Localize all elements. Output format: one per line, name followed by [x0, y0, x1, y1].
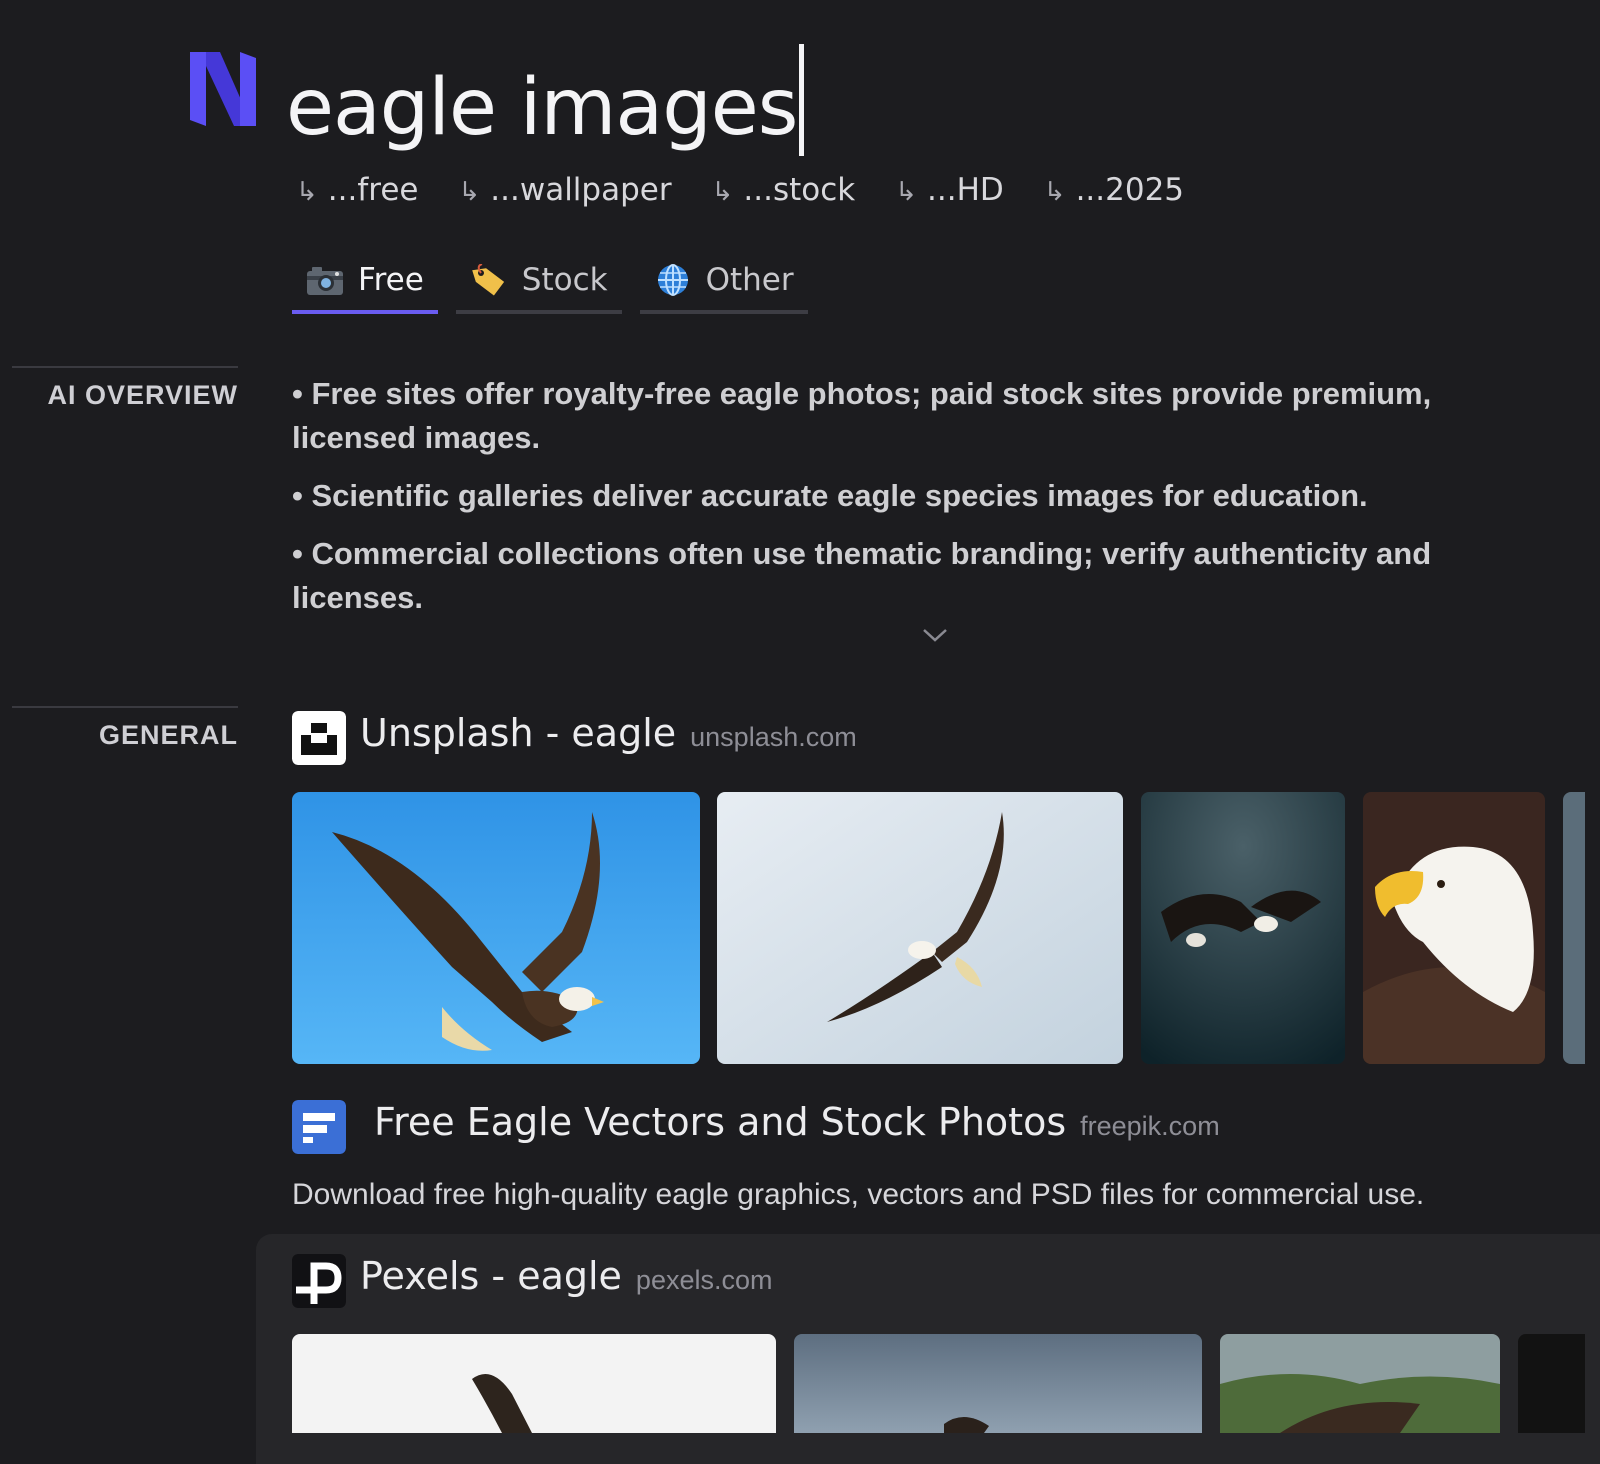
eagle-image	[1220, 1334, 1500, 1433]
image-thumbnail-partial[interactable]	[1518, 1334, 1585, 1433]
search-input[interactable]: eagle images	[286, 44, 805, 156]
overview-bullet: • Free sites offer royalty-free eagle ph…	[292, 376, 1432, 455]
image-thumbnail[interactable]	[1141, 792, 1345, 1064]
app-logo-icon	[190, 52, 256, 126]
result-unsplash: Unsplash - eagle unsplash.com	[292, 711, 857, 765]
eagle-image	[1141, 792, 1345, 1064]
image-thumbnail[interactable]	[292, 1334, 776, 1433]
return-arrow-icon: ↳	[1043, 177, 1066, 207]
suggestion-label: ...stock	[743, 172, 856, 208]
tab-other[interactable]: Other	[639, 262, 808, 314]
result-title[interactable]: Free Eagle Vectors and Stock Photos	[374, 1100, 1066, 1144]
image-thumbnail[interactable]	[1363, 792, 1545, 1064]
overview-bullet: • Scientific galleries deliver accurate …	[292, 478, 1368, 513]
suggestion-free[interactable]: ↳ ...free	[296, 172, 418, 208]
search-query-text: eagle images	[286, 63, 798, 153]
suggestion-label: ...2025	[1075, 172, 1185, 208]
ai-overview: • Free sites offer royalty-free eagle ph…	[292, 372, 1492, 634]
image-thumbnail[interactable]	[717, 792, 1123, 1064]
result-title[interactable]: Unsplash - eagle	[360, 711, 676, 755]
section-divider	[12, 706, 238, 708]
eagle-image	[1563, 792, 1585, 1064]
suggestion-label: ...HD	[927, 172, 1004, 208]
result-pexels: Pexels - eagle pexels.com	[292, 1254, 772, 1308]
tab-label: Other	[705, 262, 794, 298]
eagle-image	[794, 1334, 1202, 1433]
image-thumbnail[interactable]	[794, 1334, 1202, 1433]
result-description: Download free high-quality eagle graphic…	[292, 1178, 1425, 1211]
tab-label: Free	[358, 262, 424, 298]
tab-free[interactable]: Free	[292, 262, 438, 314]
query-suggestions: ↳ ...free ↳ ...wallpaper ↳ ...stock ↳ ...HD …	[296, 172, 1184, 208]
return-arrow-icon: ↳	[458, 177, 481, 207]
chevron-down-icon[interactable]	[922, 628, 948, 642]
freepik-logo-icon	[292, 1100, 346, 1154]
section-divider	[12, 366, 238, 368]
search-tabs: Free Stock Other	[292, 262, 808, 314]
result-domain: freepik.com	[1080, 1111, 1220, 1141]
eagle-image	[1518, 1334, 1585, 1433]
result-title[interactable]: Pexels - eagle	[360, 1254, 622, 1298]
return-arrow-icon: ↳	[296, 177, 318, 207]
result-domain: unsplash.com	[690, 722, 857, 752]
eagle-image	[1363, 792, 1545, 1064]
eagle-image	[717, 792, 1123, 1064]
suggestion-wallpaper[interactable]: ↳ ...wallpaper	[458, 172, 671, 208]
result-domain: pexels.com	[635, 1265, 773, 1295]
section-label-general: GENERAL	[98, 720, 238, 750]
suggestion-hd[interactable]: ↳ ...HD	[895, 172, 1004, 208]
eagle-image	[292, 792, 700, 1064]
suggestion-stock[interactable]: ↳ ...stock	[712, 172, 856, 208]
price-tag-icon	[471, 264, 504, 296]
globe-icon	[657, 264, 688, 296]
camera-icon	[307, 267, 343, 295]
tab-stock[interactable]: Stock	[455, 262, 622, 314]
result-freepik: Free Eagle Vectors and Stock Photos free…	[292, 1100, 1220, 1154]
suggestion-label: ...free	[327, 172, 419, 208]
section-label-ai-overview: AI OVERVIEW	[47, 380, 238, 410]
unsplash-logo-icon	[292, 711, 346, 765]
pexels-logo-icon	[292, 1254, 346, 1308]
overview-bullet: • Commercial collections often use thema…	[292, 536, 1432, 615]
tab-label: Stock	[521, 262, 608, 298]
eagle-image	[292, 1334, 776, 1433]
image-thumbnail[interactable]	[292, 792, 700, 1064]
return-arrow-icon: ↳	[895, 177, 918, 207]
return-arrow-icon: ↳	[711, 177, 734, 207]
image-thumbnail[interactable]	[1220, 1334, 1500, 1433]
text-caret	[799, 44, 805, 156]
suggestion-label: ...wallpaper	[490, 172, 672, 208]
suggestion-2025[interactable]: ↳ ...2025	[1044, 172, 1184, 208]
image-thumbnail-partial[interactable]	[1563, 792, 1585, 1064]
